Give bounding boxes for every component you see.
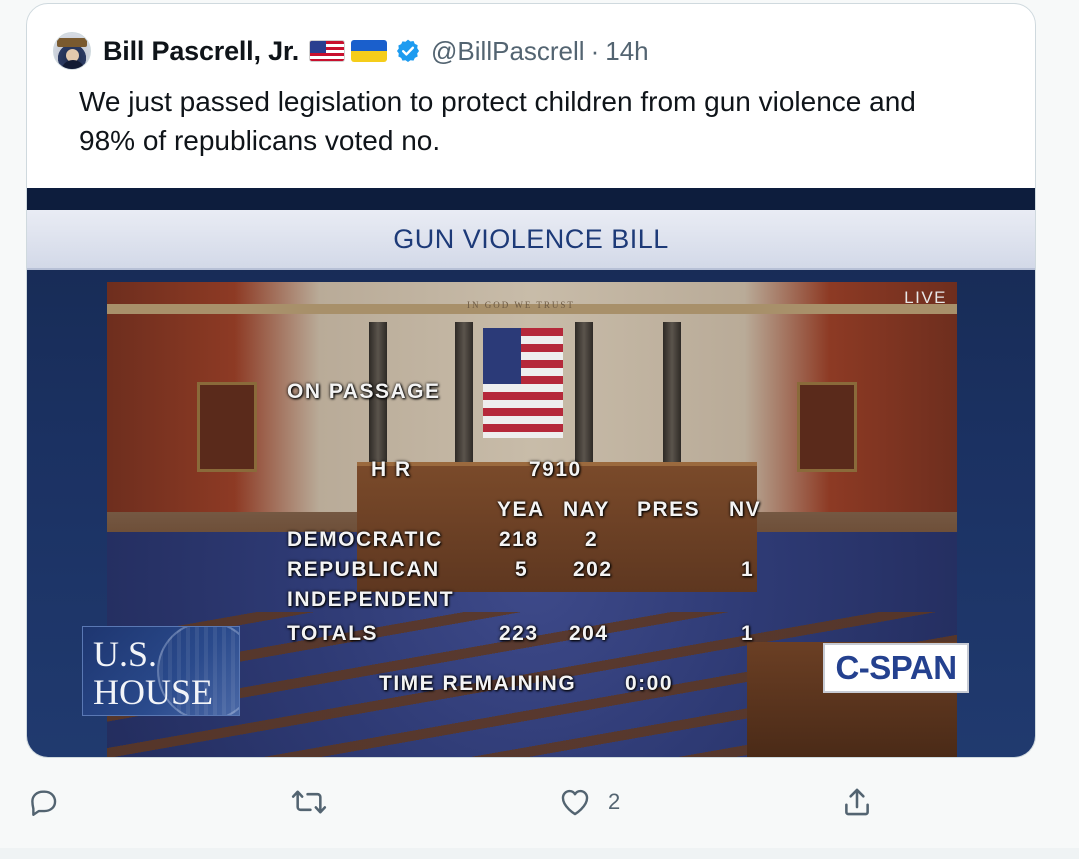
like-button[interactable]: 2 xyxy=(558,780,620,824)
row-nv-republican: 1 xyxy=(741,558,755,581)
row-yea-totals: 223 xyxy=(499,622,539,645)
row-yea-democratic: 218 xyxy=(499,528,539,551)
row-nay-republican: 202 xyxy=(573,558,613,581)
tweet-text: We just passed legislation to protect ch… xyxy=(79,86,916,156)
quoted-tweet-card[interactable]: Bill Pascrell, Jr. @BillPascrell · 14h W… xyxy=(26,3,1036,758)
header-separator: · xyxy=(590,35,600,66)
retweet-icon xyxy=(290,785,328,819)
vote-heading: ON PASSAGE xyxy=(287,380,441,403)
house-logo-line1: U.S. xyxy=(93,634,158,674)
author-handle[interactable]: @BillPascrell xyxy=(431,36,585,67)
tweet-media[interactable]: GUN VIOLENCE BILL IN GOD WE TRUST LIVE O… xyxy=(27,188,1035,757)
row-party-democratic: DEMOCRATIC xyxy=(287,528,443,551)
share-button[interactable] xyxy=(840,780,874,824)
row-yea-republican: 5 xyxy=(515,558,529,581)
tweet-actions-bar: 2 xyxy=(0,780,1079,824)
author-avatar[interactable] xyxy=(53,32,91,70)
media-title: GUN VIOLENCE BILL xyxy=(393,223,669,254)
reply-button[interactable] xyxy=(26,780,60,824)
column-header-nv: NV xyxy=(729,498,762,521)
house-logo-line2: HOUSE xyxy=(93,672,214,712)
media-top-bar xyxy=(27,188,1035,210)
bill-number: 7910 xyxy=(529,458,582,481)
tweet-timestamp[interactable]: 14h xyxy=(605,36,648,67)
row-nay-totals: 204 xyxy=(569,622,609,645)
row-party-totals: TOTALS xyxy=(287,622,379,645)
row-nv-totals: 1 xyxy=(741,622,755,645)
us-house-logo: U.S. HOUSE xyxy=(82,626,240,716)
ukraine-flag-icon xyxy=(351,40,388,62)
column-header-pres: PRES xyxy=(637,498,701,521)
retweet-button[interactable] xyxy=(290,780,328,824)
share-icon xyxy=(840,785,874,819)
media-title-banner: GUN VIOLENCE BILL xyxy=(27,210,1035,270)
heart-icon xyxy=(558,785,592,819)
bottom-divider xyxy=(0,848,1079,859)
verified-badge-icon xyxy=(395,38,421,64)
time-remaining-label: TIME REMAINING xyxy=(379,672,577,695)
row-nay-democratic: 2 xyxy=(585,528,599,551)
column-header-yea: YEA xyxy=(497,498,545,521)
cspan-logo-text: C-SPAN xyxy=(835,649,957,686)
column-header-nay: NAY xyxy=(563,498,610,521)
cspan-logo: C-SPAN xyxy=(823,643,969,693)
row-party-republican: REPUBLICAN xyxy=(287,558,440,581)
like-count: 2 xyxy=(608,789,621,814)
author-name[interactable]: Bill Pascrell, Jr. xyxy=(103,36,299,67)
time-remaining-value: 0:00 xyxy=(625,672,674,695)
row-party-independent: INDEPENDENT xyxy=(287,588,455,611)
reply-icon xyxy=(26,785,60,819)
tweet-header: Bill Pascrell, Jr. @BillPascrell · 14h xyxy=(53,29,649,73)
us-flag-icon xyxy=(309,40,346,62)
bill-prefix: H R xyxy=(371,458,412,481)
